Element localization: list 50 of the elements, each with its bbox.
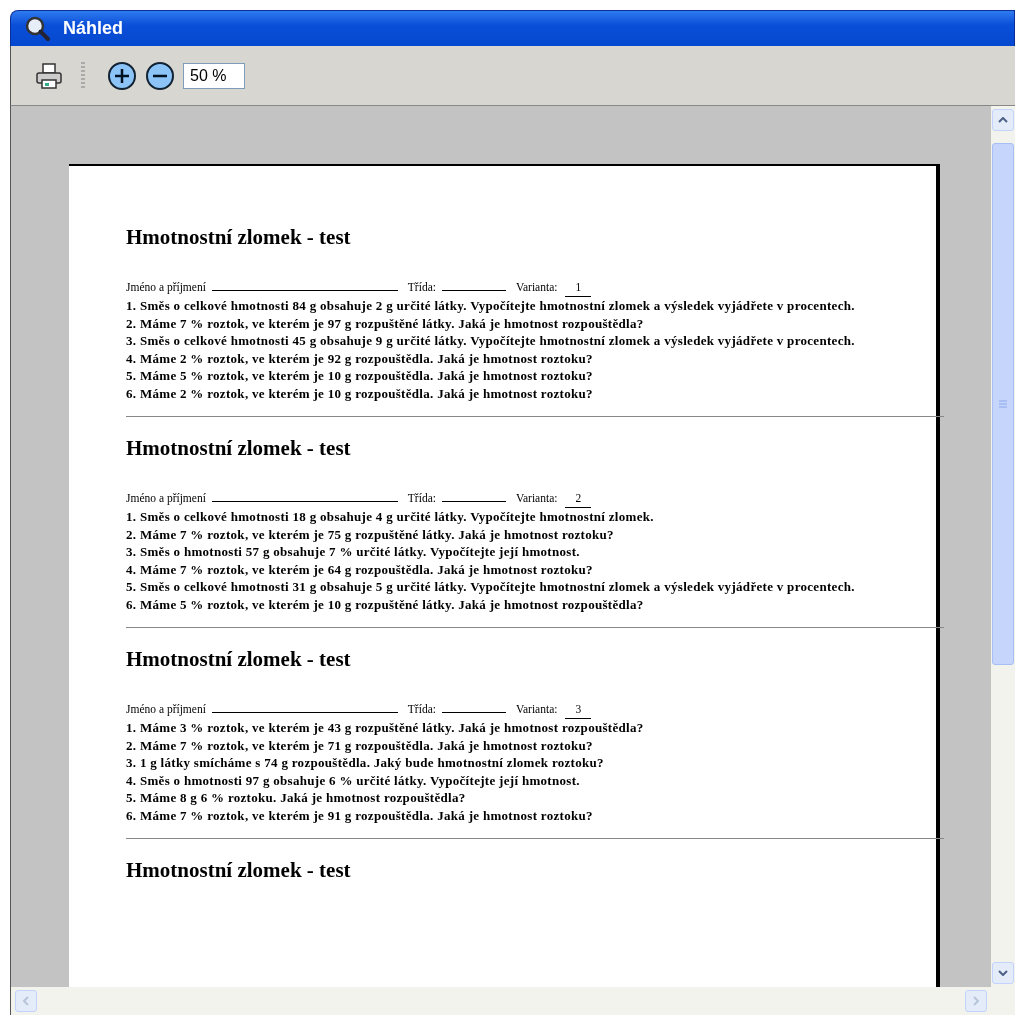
zoom-in-icon[interactable] xyxy=(107,60,137,91)
scroll-down-button[interactable] xyxy=(992,962,1014,984)
test-title: Hmotnostní zlomek - test xyxy=(126,435,352,462)
vertical-scrollbar[interactable] xyxy=(991,106,1015,987)
question-text: 2. Máme 7 % roztok, ve kterém je 71 g rozpouštědla. Jaká je hmotnost roztoku? xyxy=(126,736,594,754)
question-text: 1. Směs o celkové hmotnosti 84 g obsahuje 2 g určité látky. Vypočítejte hmotnostní zlomek a výsledek vyjádřete v procentech. xyxy=(126,297,856,315)
question-text: 4. Směs o hmotnosti 97 g obsahuje 6 % určité látky. Vypočítejte její hmotnost. xyxy=(126,771,581,789)
scroll-up-button[interactable] xyxy=(992,109,1014,131)
name-label: Jméno a příjmení xyxy=(126,280,206,296)
window-title: Náhled xyxy=(63,18,123,39)
question-text: 1. Směs o celkové hmotnosti 18 g obsahuje 4 g určité látky. Vypočítejte hmotnostní zlomek. xyxy=(126,508,655,526)
question-text: 6. Máme 2 % roztok, ve kterém je 10 g rozpouštědla. Jaká je hmotnost roztoku? xyxy=(126,384,594,402)
test-title: Hmotnostní zlomek - test xyxy=(126,646,352,673)
variant-label: Varianta: xyxy=(515,491,558,506)
grip-icon xyxy=(999,400,1007,408)
magnifier-icon xyxy=(25,15,51,42)
caret-down-icon xyxy=(998,970,1008,976)
variant-label: Varianta: xyxy=(515,280,558,295)
scrollbar-corner xyxy=(991,987,1015,1015)
zoom-field[interactable]: 50 % xyxy=(183,62,245,89)
question-text: 6. Máme 5 % roztok, ve kterém je 10 g rozpuštěné látky. Jaká je hmotnost rozpouštědla? xyxy=(126,595,645,613)
question-text: 6. Máme 7 % roztok, ve kterém je 91 g rozpouštědla. Jaká je hmotnost roztoku? xyxy=(126,806,594,824)
variant-number: 1 xyxy=(565,279,592,297)
test-title: Hmotnostní zlomek - test xyxy=(126,857,352,884)
scroll-thumb[interactable] xyxy=(992,143,1014,665)
caret-right-icon xyxy=(973,996,979,1006)
class-label: Třída: xyxy=(407,702,436,717)
variant-label: Varianta: xyxy=(515,702,558,717)
question-text: 3. Směs o hmotnosti 57 g obsahuje 7 % určité látky. Vypočítejte její hmotnost. xyxy=(126,543,581,561)
zoom-out-icon[interactable] xyxy=(145,60,175,91)
question-text: 5. Máme 8 g 6 % roztoku. Jaká je hmotnost rozpouštědla? xyxy=(126,789,467,807)
caret-left-icon xyxy=(23,996,29,1006)
question-text: 1. Máme 3 % roztok, ve kterém je 43 g rozpuštěné látky. Jaká je hmotnost rozpouštědla? xyxy=(126,719,645,737)
question-text: 2. Máme 7 % roztok, ve kterém je 75 g rozpuštěné látky. Jaká je hmotnost roztoku? xyxy=(126,525,615,543)
class-label: Třída: xyxy=(407,491,436,506)
variant-number: 2 xyxy=(565,490,592,508)
question-text: 5. Směs o celkové hmotnosti 31 g obsahuje 5 g určité látky. Vypočítejte hmotnostní zlomek a výsledek vyjádřete v procentech. xyxy=(126,578,856,596)
name-label: Jméno a příjmení xyxy=(126,491,206,507)
class-label: Třída: xyxy=(407,280,436,295)
name-label: Jméno a příjmení xyxy=(126,702,206,718)
question-text: 4. Máme 2 % roztok, ve kterém je 92 g rozpouštědla. Jaká je hmotnost roztoku? xyxy=(126,349,594,367)
question-text: 3. 1 g látky smícháme s 74 g rozpouštědla. Jaký bude hmotnostní zlomek roztoku? xyxy=(126,754,605,772)
question-text: 4. Máme 7 % roztok, ve kterém je 64 g rozpouštědla. Jaká je hmotnost roztoku? xyxy=(126,560,594,578)
question-text: 2. Máme 7 % roztok, ve kterém je 97 g rozpuštěné látky. Jaká je hmotnost rozpouštědla? xyxy=(126,314,645,332)
question-text: 5. Máme 5 % roztok, ve kterém je 10 g rozpouštědla. Jaká je hmotnost roztoku? xyxy=(126,367,594,385)
print-icon[interactable] xyxy=(35,61,63,90)
variant-number: 3 xyxy=(565,701,592,719)
caret-up-icon xyxy=(998,117,1008,123)
question-text: 3. Směs o celkové hmotnosti 45 g obsahuje 9 g určité látky. Vypočítejte hmotnostní zlomek a výsledek vyjádřete v procentech. xyxy=(126,332,856,350)
test-title: Hmotnostní zlomek - test xyxy=(126,224,352,251)
